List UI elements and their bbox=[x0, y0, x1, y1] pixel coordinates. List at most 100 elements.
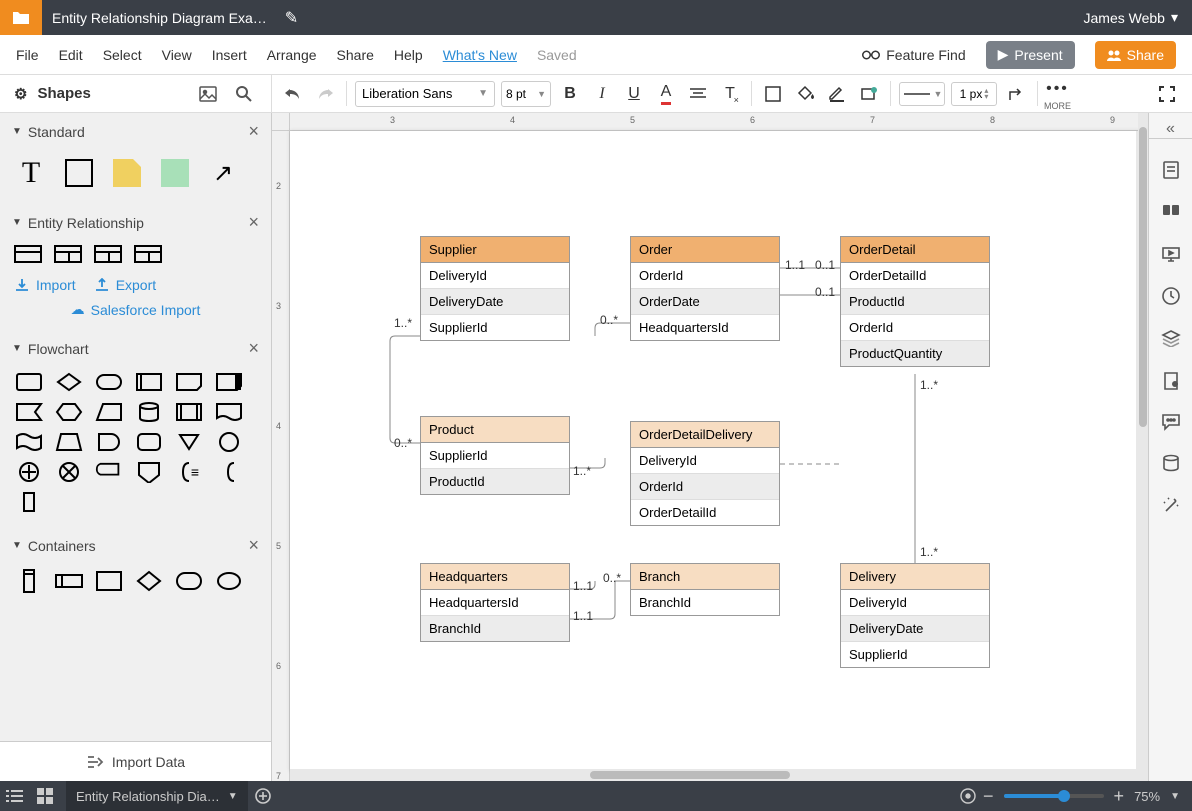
image-icon[interactable] bbox=[195, 81, 221, 107]
document-title[interactable]: Entity Relationship Diagram Exa… bbox=[52, 10, 267, 26]
underline-icon[interactable]: U bbox=[621, 81, 647, 107]
container-shape[interactable] bbox=[54, 570, 84, 592]
history-icon[interactable] bbox=[1160, 285, 1182, 307]
line-route-icon[interactable] bbox=[1003, 81, 1029, 107]
entity-row[interactable]: DeliveryDate bbox=[841, 616, 989, 642]
flowchart-shape[interactable] bbox=[54, 431, 84, 453]
arrow-shape[interactable]: ↗ bbox=[206, 156, 240, 190]
notes-icon[interactable] bbox=[1160, 159, 1182, 181]
flowchart-shape[interactable] bbox=[94, 461, 124, 483]
flowchart-shape[interactable] bbox=[94, 401, 124, 423]
flowchart-shape[interactable] bbox=[174, 401, 204, 423]
container-shape[interactable] bbox=[94, 570, 124, 592]
menu-insert[interactable]: Insert bbox=[212, 47, 247, 63]
page-tab[interactable]: Entity Relationship Dia… ▼ bbox=[66, 781, 248, 811]
bold-icon[interactable]: B bbox=[557, 81, 583, 107]
flowchart-shape[interactable] bbox=[54, 461, 84, 483]
close-icon[interactable]: × bbox=[248, 121, 259, 142]
shape-outline-icon[interactable] bbox=[760, 81, 786, 107]
user-menu[interactable]: James Webb▾ bbox=[1084, 9, 1178, 26]
flowchart-shape[interactable] bbox=[214, 401, 244, 423]
flowchart-shape[interactable] bbox=[94, 431, 124, 453]
entity-row[interactable]: DeliveryDate bbox=[421, 289, 569, 315]
entity-row[interactable]: SupplierId bbox=[421, 315, 569, 340]
present-button[interactable]: ▶ Present bbox=[986, 41, 1075, 69]
zoom-out-icon[interactable]: − bbox=[983, 786, 994, 807]
align-icon[interactable] bbox=[685, 81, 711, 107]
clear-format-icon[interactable]: T× bbox=[717, 81, 743, 107]
rect-shape[interactable] bbox=[62, 156, 96, 190]
entity-supplier[interactable]: Supplier DeliveryId DeliveryDate Supplie… bbox=[420, 236, 570, 341]
italic-icon[interactable]: I bbox=[589, 81, 615, 107]
flowchart-shape[interactable] bbox=[94, 371, 124, 393]
entity-row[interactable]: BranchId bbox=[421, 616, 569, 641]
flowchart-shape[interactable] bbox=[134, 371, 164, 393]
database-icon[interactable] bbox=[1160, 453, 1182, 475]
text-color-icon[interactable]: A bbox=[653, 81, 679, 107]
folder-icon[interactable] bbox=[0, 0, 42, 35]
menu-file[interactable]: File bbox=[16, 47, 39, 63]
menu-help[interactable]: Help bbox=[394, 47, 423, 63]
import-data-button[interactable]: Import Data bbox=[0, 741, 271, 781]
flowchart-shape[interactable]: ≡ bbox=[174, 461, 204, 483]
size-select[interactable]: 8 pt▼ bbox=[501, 81, 551, 107]
container-shape[interactable] bbox=[14, 570, 44, 592]
container-shape[interactable] bbox=[214, 570, 244, 592]
er-section-header[interactable]: ▼Entity Relationship × bbox=[0, 204, 271, 241]
entity-row[interactable]: SupplierId bbox=[841, 642, 989, 667]
menu-edit[interactable]: Edit bbox=[59, 47, 83, 63]
entity-product[interactable]: Product SupplierId ProductId bbox=[420, 416, 570, 495]
block-shape[interactable] bbox=[158, 156, 192, 190]
entity-branch[interactable]: Branch BranchId bbox=[630, 563, 780, 616]
comment-icon[interactable] bbox=[1160, 201, 1182, 223]
fill-icon[interactable] bbox=[792, 81, 818, 107]
shape-style-icon[interactable] bbox=[856, 81, 882, 107]
salesforce-import-link[interactable]: ☁ Salesforce Import bbox=[71, 301, 201, 318]
flowchart-shape[interactable] bbox=[14, 401, 44, 423]
entity-row[interactable]: DeliveryId bbox=[841, 590, 989, 616]
layers-icon[interactable] bbox=[1160, 327, 1182, 349]
entity-order[interactable]: Order OrderId OrderDate HeadquartersId bbox=[630, 236, 780, 341]
entity-row[interactable]: SupplierId bbox=[421, 443, 569, 469]
entity-headquarters[interactable]: Headquarters HeadquartersId BranchId bbox=[420, 563, 570, 642]
font-select[interactable]: Liberation Sans▼ bbox=[355, 81, 495, 107]
close-icon[interactable]: × bbox=[248, 338, 259, 359]
flowchart-shape[interactable] bbox=[134, 401, 164, 423]
feature-find[interactable]: Feature Find bbox=[862, 47, 965, 63]
close-icon[interactable]: × bbox=[248, 535, 259, 556]
chat-icon[interactable] bbox=[1160, 411, 1182, 433]
er-entity-3col-shape[interactable] bbox=[94, 245, 122, 263]
zoom-slider[interactable] bbox=[1004, 794, 1104, 798]
entity-row[interactable]: DeliveryId bbox=[421, 263, 569, 289]
entity-orderdetail[interactable]: OrderDetail OrderDetailId ProductId Orde… bbox=[840, 236, 990, 367]
entity-row[interactable]: DeliveryId bbox=[631, 448, 779, 474]
entity-orderdetaildelivery[interactable]: OrderDetailDelivery DeliveryId OrderId O… bbox=[630, 421, 780, 526]
menu-share[interactable]: Share bbox=[337, 47, 374, 63]
data-icon[interactable] bbox=[1160, 369, 1182, 391]
entity-row[interactable]: OrderDetailId bbox=[631, 500, 779, 525]
note-shape[interactable] bbox=[110, 156, 144, 190]
entity-delivery[interactable]: Delivery DeliveryId DeliveryDate Supplie… bbox=[840, 563, 990, 668]
entity-row[interactable]: OrderDate bbox=[631, 289, 779, 315]
flowchart-shape[interactable] bbox=[214, 371, 244, 393]
flowchart-shape[interactable] bbox=[14, 431, 44, 453]
more-icon[interactable]: ••• bbox=[1045, 76, 1071, 102]
er-entity-4col-shape[interactable] bbox=[134, 245, 162, 263]
container-shape[interactable] bbox=[174, 570, 204, 592]
flowchart-section-header[interactable]: ▼Flowchart × bbox=[0, 330, 271, 367]
entity-row[interactable]: HeadquartersId bbox=[631, 315, 779, 340]
menu-whatsnew[interactable]: What's New bbox=[443, 47, 517, 63]
entity-row[interactable]: BranchId bbox=[631, 590, 779, 615]
entity-row[interactable]: OrderId bbox=[841, 315, 989, 341]
redo-icon[interactable] bbox=[312, 81, 338, 107]
gear-icon[interactable]: ⚙ bbox=[14, 85, 27, 103]
panel-scrollbar[interactable] bbox=[1138, 113, 1148, 781]
flowchart-shape[interactable] bbox=[134, 461, 164, 483]
er-entity-2col-shape[interactable] bbox=[54, 245, 82, 263]
text-shape[interactable]: T bbox=[14, 156, 48, 190]
presentation-icon[interactable] bbox=[1160, 243, 1182, 265]
menu-view[interactable]: View bbox=[162, 47, 192, 63]
stroke-style-select[interactable]: ▼ bbox=[899, 82, 945, 106]
close-icon[interactable]: × bbox=[248, 212, 259, 233]
collapse-panel-icon[interactable]: « bbox=[1149, 119, 1192, 139]
